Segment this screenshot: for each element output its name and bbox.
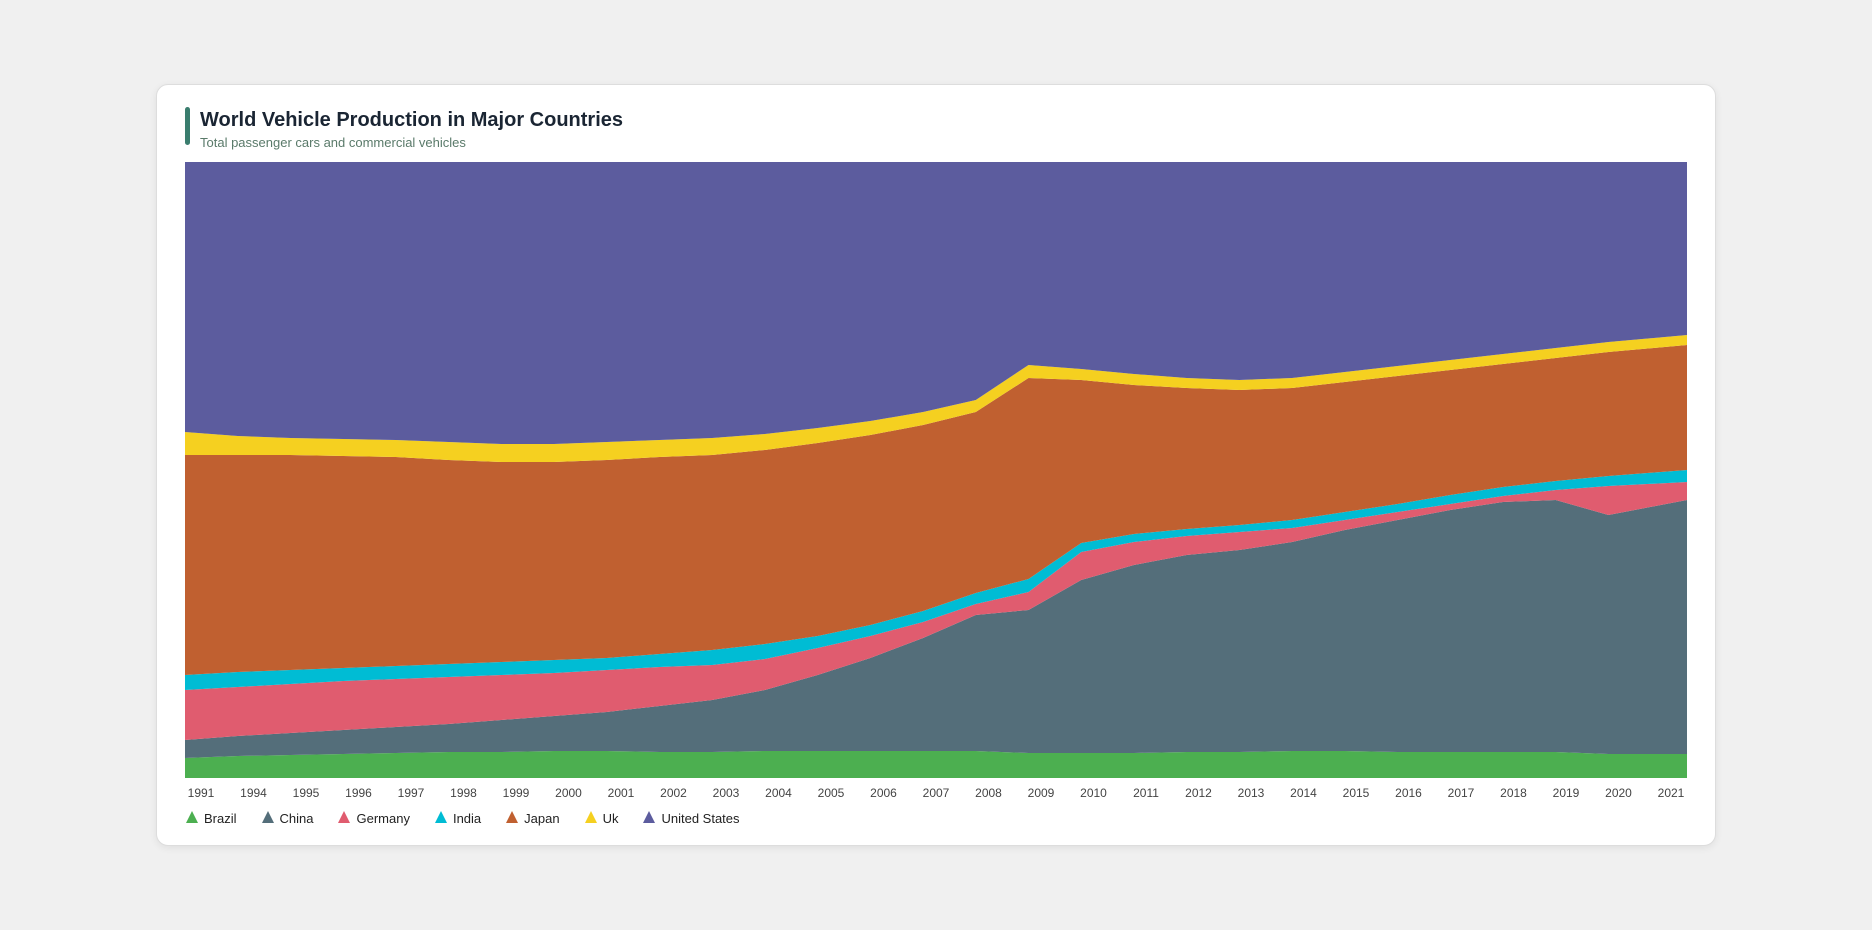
- x-axis-label: 2014: [1288, 786, 1320, 800]
- chart-titles: World Vehicle Production in Major Countr…: [200, 107, 623, 150]
- legend-color-icon: [584, 810, 598, 827]
- chart-legend: Brazil China Germany India Japan Uk United Sta…: [185, 810, 1687, 827]
- x-axis-label: 2013: [1235, 786, 1267, 800]
- legend-label: Uk: [603, 811, 619, 826]
- x-axis-label: 1997: [395, 786, 427, 800]
- x-axis-label: 2000: [553, 786, 585, 800]
- x-axis-label: 2018: [1498, 786, 1530, 800]
- x-axis-label: 2015: [1340, 786, 1372, 800]
- area-brazil: [185, 751, 1687, 778]
- x-axis-label: 1991: [185, 786, 217, 800]
- chart-subtitle: Total passenger cars and commercial vehi…: [200, 135, 623, 150]
- legend-color-icon: [434, 810, 448, 827]
- legend-item: Brazil: [185, 810, 237, 827]
- legend-color-icon: [337, 810, 351, 827]
- legend-item: Japan: [505, 810, 559, 827]
- chart-title: World Vehicle Production in Major Countr…: [200, 107, 623, 133]
- chart-svg: [185, 160, 1687, 780]
- x-axis-label: 2002: [658, 786, 690, 800]
- legend-item: China: [261, 810, 314, 827]
- legend-item: Uk: [584, 810, 619, 827]
- x-axis-label: 2016: [1393, 786, 1425, 800]
- x-axis-label: 2017: [1445, 786, 1477, 800]
- x-axis-label: 1995: [290, 786, 322, 800]
- x-axis-label: 1996: [343, 786, 375, 800]
- legend-label: Japan: [524, 811, 559, 826]
- chart-area: [185, 160, 1687, 780]
- x-axis-label: 2006: [868, 786, 900, 800]
- x-axis-label: 2004: [763, 786, 795, 800]
- x-axis-label: 2010: [1078, 786, 1110, 800]
- legend-item: India: [434, 810, 481, 827]
- x-axis-label: 2011: [1130, 786, 1162, 800]
- legend-color-icon: [642, 810, 656, 827]
- legend-item: United States: [642, 810, 739, 827]
- legend-color-icon: [261, 810, 275, 827]
- legend-label: United States: [661, 811, 739, 826]
- x-axis-label: 2019: [1550, 786, 1582, 800]
- legend-label: India: [453, 811, 481, 826]
- x-axis-label: 2005: [815, 786, 847, 800]
- x-axis-label: 2012: [1183, 786, 1215, 800]
- x-axis-label: 2008: [973, 786, 1005, 800]
- legend-item: Germany: [337, 810, 409, 827]
- x-axis-label: 2003: [710, 786, 742, 800]
- x-axis-label: 2020: [1603, 786, 1635, 800]
- x-axis-label: 2021: [1655, 786, 1687, 800]
- x-axis-label: 1998: [448, 786, 480, 800]
- legend-color-icon: [505, 810, 519, 827]
- x-axis-label: 1999: [500, 786, 532, 800]
- chart-card: World Vehicle Production in Major Countr…: [156, 84, 1716, 846]
- x-axis: 1991 1994 1995 1996 1997 1998 1999 2000 2001 2002…: [185, 786, 1687, 800]
- legend-color-icon: [185, 810, 199, 827]
- x-axis-label: 2007: [920, 786, 952, 800]
- x-axis-label: 2009: [1025, 786, 1057, 800]
- legend-label: Brazil: [204, 811, 237, 826]
- legend-label: China: [280, 811, 314, 826]
- title-accent: [185, 107, 190, 145]
- chart-header: World Vehicle Production in Major Countr…: [185, 107, 1687, 150]
- x-axis-label: 2001: [605, 786, 637, 800]
- legend-label: Germany: [356, 811, 409, 826]
- x-axis-label: 1994: [238, 786, 270, 800]
